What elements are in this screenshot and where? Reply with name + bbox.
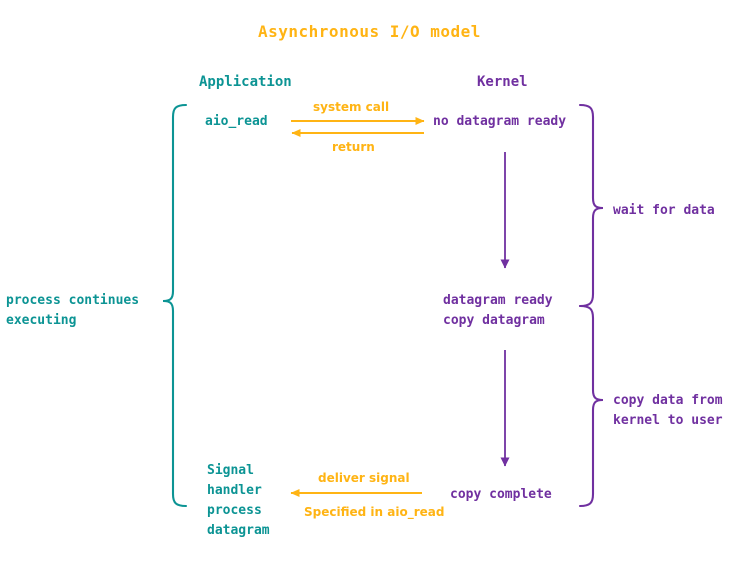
async-io-diagram: Asynchronous I/O model Application Kerne… — [0, 0, 741, 561]
kernel-state-copy-complete: copy complete — [450, 487, 552, 502]
arrow-label-system-call: system call — [313, 100, 390, 114]
arrow-label-deliver-signal: deliver signal — [318, 471, 410, 485]
column-header-application: Application — [199, 74, 292, 90]
brace-label-wait-for-data: wait for data — [613, 203, 715, 218]
app-step-aio-read: aio_read — [205, 114, 268, 129]
curly-brace-left-icon — [162, 103, 188, 508]
curly-brace-right-wait-icon — [578, 103, 604, 308]
kernel-state-datagram-ready: datagram ready copy datagram — [443, 293, 553, 328]
curly-brace-right-copy-icon — [578, 304, 604, 508]
app-step-signal-handler: Signal handler process datagram — [207, 463, 270, 538]
arrow-label-return: return — [332, 140, 375, 154]
arrow-label-specified-in-aio-read: Specified in aio_read — [304, 505, 445, 519]
brace-label-copy-data: copy data from kernel to user — [613, 393, 723, 428]
kernel-state-no-datagram-ready: no datagram ready — [433, 114, 567, 129]
column-header-kernel: Kernel — [477, 74, 528, 90]
page-title: Asynchronous I/O model — [258, 22, 481, 41]
brace-label-process-continues: process continues executing — [6, 293, 140, 328]
